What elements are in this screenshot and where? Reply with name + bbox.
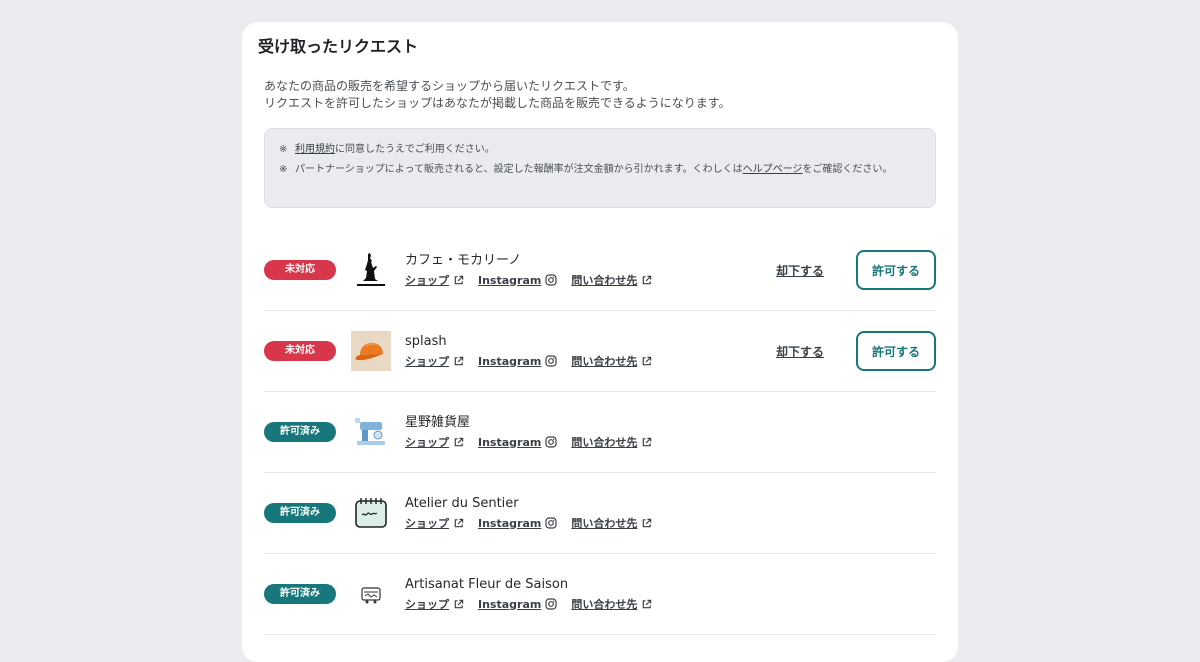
external-link-icon	[643, 599, 652, 608]
instagram-icon	[545, 355, 557, 367]
status-badge: 許可済み	[264, 584, 336, 604]
request-row: 許可済み Atelier du Sentier ショップ Instagram 問…	[264, 473, 936, 554]
instagram-link[interactable]: Instagram	[478, 355, 557, 368]
notice-terms-text: に同意したうえでご利用ください。	[335, 144, 495, 155]
shop-link-label: ショップ	[405, 274, 449, 287]
instagram-icon	[545, 274, 557, 286]
shop-link[interactable]: ショップ	[405, 434, 464, 450]
shop-link[interactable]: ショップ	[405, 515, 464, 531]
contact-link[interactable]: 問い合わせ先	[571, 434, 652, 450]
instagram-link[interactable]: Instagram	[478, 517, 557, 530]
help-page-link[interactable]: ヘルプページ	[743, 164, 803, 175]
contact-link[interactable]: 問い合わせ先	[571, 515, 652, 531]
external-link-icon	[454, 356, 464, 365]
shop-links: ショップ Instagram 問い合わせ先	[405, 596, 666, 612]
instagram-icon	[545, 517, 557, 529]
status-badge: 許可済み	[264, 503, 336, 523]
shop-links: ショップ Instagram 問い合わせ先	[405, 515, 666, 531]
request-row: 未対応 splash ショップ Instagram 問い合わせ先 却下する 許可…	[264, 311, 936, 392]
notice-box: ※ 利用規約に同意したうえでご利用ください。 ※ パートナーショップによって販売…	[264, 128, 936, 208]
notice-fee-text-after: をご確認ください。	[802, 164, 893, 175]
external-link-icon	[454, 518, 464, 527]
description-line: リクエストを許可したショップはあなたが掲載した商品を販売できるようになります。	[264, 96, 731, 110]
external-link-icon	[454, 437, 464, 446]
shop-links: ショップ Instagram 問い合わせ先	[405, 353, 666, 369]
shop-link[interactable]: ショップ	[405, 596, 464, 612]
request-row: 未対応 カフェ・モカリーノ ショップ Instagram 問い合わせ先 却下する…	[264, 230, 936, 311]
contact-link-label: 問い合わせ先	[571, 355, 638, 368]
shop-link-label: ショップ	[405, 517, 449, 530]
notice-terms: ※ 利用規約に同意したうえでご利用ください。	[279, 142, 921, 157]
description-line: あなたの商品の販売を希望するショップから届いたリクエストです。	[264, 79, 635, 93]
note-mark: ※	[279, 164, 288, 175]
shop-name: Atelier du Sentier	[405, 496, 519, 511]
status-badge: 許可済み	[264, 422, 336, 442]
status-badge: 未対応	[264, 260, 336, 280]
shop-link-label: ショップ	[405, 598, 449, 611]
shop-link[interactable]: ショップ	[405, 272, 464, 288]
instagram-link[interactable]: Instagram	[478, 436, 557, 449]
silhouette-statue-icon	[351, 250, 391, 290]
notepad-icon	[351, 493, 391, 533]
instagram-link-label: Instagram	[478, 435, 542, 449]
request-list: 未対応 カフェ・モカリーノ ショップ Instagram 問い合わせ先 却下する…	[264, 230, 936, 635]
instagram-link-label: Instagram	[478, 597, 542, 611]
shop-links: ショップ Instagram 問い合わせ先	[405, 272, 666, 288]
requests-card: 受け取ったリクエスト あなたの商品の販売を希望するショップから届いたリクエストで…	[242, 22, 958, 662]
contact-link[interactable]: 問い合わせ先	[571, 272, 652, 288]
external-link-icon	[454, 275, 464, 284]
reject-button[interactable]: 却下する	[776, 262, 824, 279]
notice-fee-text: パートナーショップによって販売されると、設定した報酬率が注文金額から引かれます。…	[295, 164, 743, 175]
orange-cap-icon	[351, 331, 391, 371]
note-mark: ※	[279, 144, 288, 155]
instagram-icon	[545, 436, 557, 448]
external-link-icon	[454, 599, 464, 608]
contact-link-label: 問い合わせ先	[571, 436, 638, 449]
approve-button[interactable]: 許可する	[856, 250, 936, 290]
shop-link-label: ショップ	[405, 436, 449, 449]
page-description: あなたの商品の販売を希望するショップから届いたリクエストです。 リクエストを許可…	[264, 78, 944, 112]
status-badge: 未対応	[264, 341, 336, 361]
sketch-doodle-icon	[351, 574, 391, 614]
contact-link-label: 問い合わせ先	[571, 274, 638, 287]
instagram-link[interactable]: Instagram	[478, 598, 557, 611]
shop-name: 星野雑貨屋	[405, 415, 471, 430]
shop-name: カフェ・モカリーノ	[405, 253, 522, 268]
shop-links: ショップ Instagram 問い合わせ先	[405, 434, 666, 450]
contact-link[interactable]: 問い合わせ先	[571, 353, 652, 369]
reject-button[interactable]: 却下する	[776, 343, 824, 360]
external-link-icon	[643, 437, 652, 446]
instagram-link-label: Instagram	[478, 273, 542, 287]
shop-name: splash	[405, 334, 447, 349]
request-row: 許可済み 星野雑貨屋 ショップ Instagram 問い合わせ先	[264, 392, 936, 473]
shop-link[interactable]: ショップ	[405, 353, 464, 369]
shop-name: Artisanat Fleur de Saison	[405, 577, 569, 592]
external-link-icon	[643, 275, 652, 284]
shop-link-label: ショップ	[405, 355, 449, 368]
contact-link[interactable]: 問い合わせ先	[571, 596, 652, 612]
instagram-link-label: Instagram	[478, 516, 542, 530]
page-title: 受け取ったリクエスト	[258, 37, 419, 56]
instagram-icon	[545, 598, 557, 610]
sewing-machine-icon	[351, 412, 391, 452]
notice-fee: ※ パートナーショップによって販売されると、設定した報酬率が注文金額から引かれま…	[279, 162, 921, 177]
external-link-icon	[643, 356, 652, 365]
terms-link[interactable]: 利用規約	[295, 144, 335, 155]
external-link-icon	[643, 518, 652, 527]
contact-link-label: 問い合わせ先	[571, 598, 638, 611]
instagram-link-label: Instagram	[478, 354, 542, 368]
contact-link-label: 問い合わせ先	[571, 517, 638, 530]
request-row: 許可済み Artisanat Fleur de Saison ショップ Inst…	[264, 554, 936, 635]
approve-button[interactable]: 許可する	[856, 331, 936, 371]
instagram-link[interactable]: Instagram	[478, 274, 557, 287]
